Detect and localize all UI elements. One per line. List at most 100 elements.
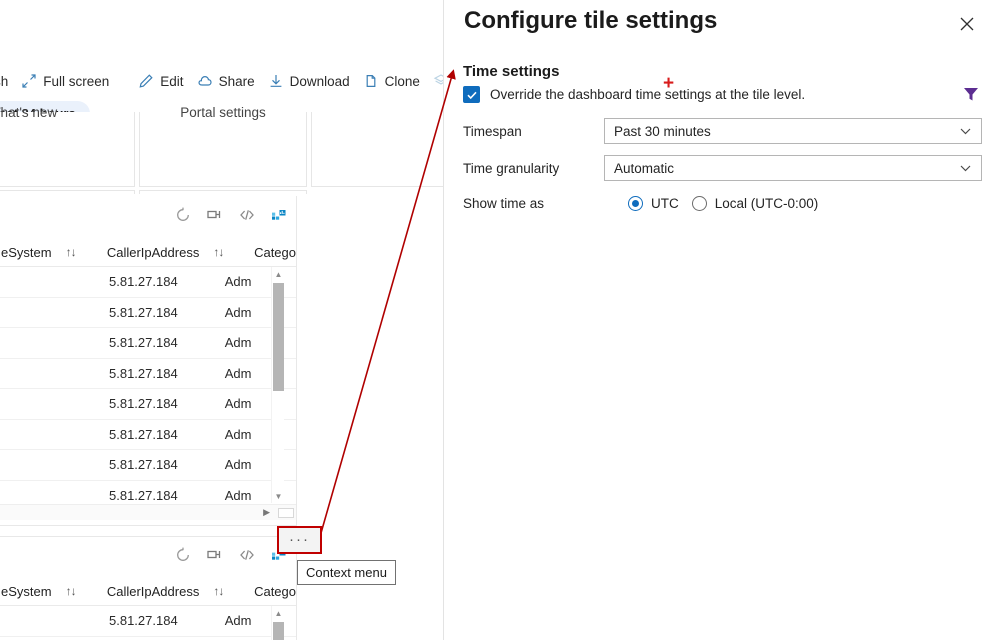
toolbar-clone-button[interactable]: Clone xyxy=(359,69,429,93)
dashboard-tile[interactable] xyxy=(311,112,443,187)
grid-column-header[interactable]: CallerIpAddress ↑↓ xyxy=(90,577,241,605)
pin-icon[interactable] xyxy=(206,546,224,564)
scrollbar-thumb[interactable] xyxy=(273,283,284,391)
sort-icon[interactable]: ↑↓ xyxy=(213,584,224,598)
refresh-icon[interactable] xyxy=(174,206,192,224)
timespan-label: Timespan xyxy=(463,123,522,139)
filter-icon[interactable] xyxy=(961,84,981,104)
scroll-up-arrow[interactable]: ▲ xyxy=(272,606,285,620)
time-granularity-select[interactable]: Automatic xyxy=(604,155,982,181)
grid-column-label: CallerIpAddress xyxy=(106,583,200,599)
section-title: Time settings xyxy=(463,63,560,80)
dashboard-tile-title: Portal settings xyxy=(180,105,266,120)
grid-header-row-2: eSystem ↑↓ CallerIpAddress ↑↓ Catego xyxy=(0,577,296,606)
override-checkbox-label: Override the dashboard time settings at … xyxy=(490,87,806,102)
sort-icon[interactable]: ↑↓ xyxy=(213,245,224,259)
dashboard-background: sh Full screen Edit xyxy=(0,0,443,640)
context-menu-button-label: ··· xyxy=(289,531,310,548)
show-time-as-row: Show time as UTC Local (UTC-0:00) xyxy=(463,190,983,216)
close-icon[interactable] xyxy=(953,10,981,38)
cell-caller-ip: 5.81.27.184 xyxy=(109,487,178,503)
grid-column-label: Catego xyxy=(254,244,296,260)
grid-column-header[interactable]: eSystem ↑↓ xyxy=(0,238,90,266)
scroll-right-arrow[interactable]: ▶ xyxy=(263,507,270,518)
table-row[interactable]: 5.81.27.184 Adm xyxy=(0,606,296,637)
cell-category: Adm xyxy=(224,487,252,503)
context-menu-tooltip: Context menu xyxy=(297,560,396,585)
cell-category: Adm xyxy=(224,304,252,320)
grid-column-header[interactable]: Catego xyxy=(241,577,296,605)
cell-category: Adm xyxy=(224,426,252,442)
grid-column-header[interactable]: CallerIpAddress ↑↓ xyxy=(90,238,241,266)
code-icon[interactable] xyxy=(238,206,256,224)
toolbar-download-label: Download xyxy=(289,73,350,89)
table-row[interactable]: 5.81.27.184 Adm xyxy=(0,267,296,298)
grid-horizontal-scrollbar[interactable]: ▶ xyxy=(0,504,296,520)
table-row[interactable]: 5.81.27.184 Adm xyxy=(0,389,296,420)
table-row[interactable]: 5.81.27.184 Adm xyxy=(0,359,296,389)
cell-category: Adm xyxy=(224,396,252,412)
scroll-up-arrow[interactable]: ▲ xyxy=(272,267,285,281)
logs-analytics-icon[interactable] xyxy=(270,206,288,224)
table-row[interactable]: 5.81.27.184 Adm xyxy=(0,450,296,481)
radio-local-label: Local (UTC-0:00) xyxy=(714,195,819,211)
code-icon[interactable] xyxy=(238,546,256,564)
grid-vertical-scrollbar-2[interactable]: ▲ xyxy=(271,606,284,640)
grid-body-2: 5.81.27.184 Adm xyxy=(0,606,296,640)
cell-caller-ip: 5.81.27.184 xyxy=(109,457,178,473)
page-title: Configure tile settings xyxy=(464,7,718,34)
radio-utc-control[interactable] xyxy=(628,195,643,211)
toolbar-refresh-button[interactable]: sh xyxy=(0,70,17,93)
sort-icon[interactable]: ↑↓ xyxy=(66,245,77,259)
cell-category: Adm xyxy=(224,335,252,351)
cell-category: Adm xyxy=(224,274,252,290)
cell-caller-ip: 5.81.27.184 xyxy=(109,396,178,412)
toolbar-edit-button[interactable]: Edit xyxy=(134,69,192,93)
grid-vertical-scrollbar[interactable]: ▲ ▼ xyxy=(271,267,284,503)
pin-icon[interactable] xyxy=(206,206,224,224)
timespan-select[interactable]: Past 30 minutes xyxy=(604,118,982,144)
chevron-down-icon xyxy=(959,162,972,175)
refresh-icon[interactable] xyxy=(174,546,192,564)
tile-action-bar xyxy=(174,206,288,224)
grid-column-header[interactable]: Catego xyxy=(241,238,296,266)
table-row[interactable]: 5.81.27.184 Adm xyxy=(0,298,296,328)
context-menu-button[interactable]: ··· xyxy=(277,526,322,554)
scrollbar-thumb[interactable] xyxy=(273,622,284,640)
override-time-settings-row[interactable]: Override the dashboard time settings at … xyxy=(463,86,805,103)
query-result-tile: eSystem ↑↓ CallerIpAddress ↑↓ Catego 5.8… xyxy=(0,196,297,526)
dashboard-tile[interactable]: Portal settings xyxy=(139,105,307,187)
scroll-down-arrow[interactable]: ▼ xyxy=(272,489,285,503)
grid-body: 5.81.27.184 Adm 5.81.27.184 Adm 5.81.27.18… xyxy=(0,267,296,525)
override-checkbox[interactable] xyxy=(463,86,480,103)
query-result-tile-2: eSystem ↑↓ CallerIpAddress ↑↓ Catego 5.8… xyxy=(0,536,297,640)
radio-utc[interactable]: UTC xyxy=(628,195,679,211)
grid-header-row: eSystem ↑↓ CallerIpAddress ↑↓ Catego xyxy=(0,238,296,267)
table-row[interactable]: 5.81.27.184 Adm xyxy=(0,420,296,450)
time-granularity-label: Time granularity xyxy=(463,160,560,176)
cell-caller-ip: 5.81.27.184 xyxy=(109,274,178,290)
dashboard-tile[interactable] xyxy=(0,190,135,194)
grid-column-header[interactable]: eSystem ↑↓ xyxy=(0,577,90,605)
toolbar-pin-button[interactable] xyxy=(429,69,443,93)
cell-caller-ip: 5.81.27.184 xyxy=(109,613,178,629)
toolbar-download-button[interactable]: Download xyxy=(264,69,359,93)
grid-column-label: Catego xyxy=(254,583,296,599)
dashboard-tile[interactable]: What's new xyxy=(0,105,135,187)
time-granularity-value: Automatic xyxy=(614,160,675,176)
table-row[interactable]: 5.81.27.184 Adm xyxy=(0,328,296,359)
show-time-as-label: Show time as xyxy=(463,195,545,211)
time-granularity-row: Time granularity Automatic xyxy=(463,155,983,181)
pin-layers-icon xyxy=(433,73,443,89)
grid-column-label: CallerIpAddress xyxy=(106,244,200,260)
sort-icon[interactable]: ↑↓ xyxy=(66,584,77,598)
hscrollbar-thumb[interactable] xyxy=(278,507,294,518)
radio-local-control[interactable] xyxy=(691,195,707,211)
dashboard-tile-title: What's new xyxy=(0,105,58,120)
radio-local[interactable]: Local (UTC-0:00) xyxy=(691,195,819,211)
cell-category: Adm xyxy=(224,613,252,629)
screenshot-root: sh Full screen Edit xyxy=(0,0,998,640)
dashboard-tile[interactable] xyxy=(139,190,307,194)
toolbar-share-button[interactable]: Share xyxy=(193,69,264,93)
toolbar-fullscreen-button[interactable]: Full screen xyxy=(17,69,118,93)
